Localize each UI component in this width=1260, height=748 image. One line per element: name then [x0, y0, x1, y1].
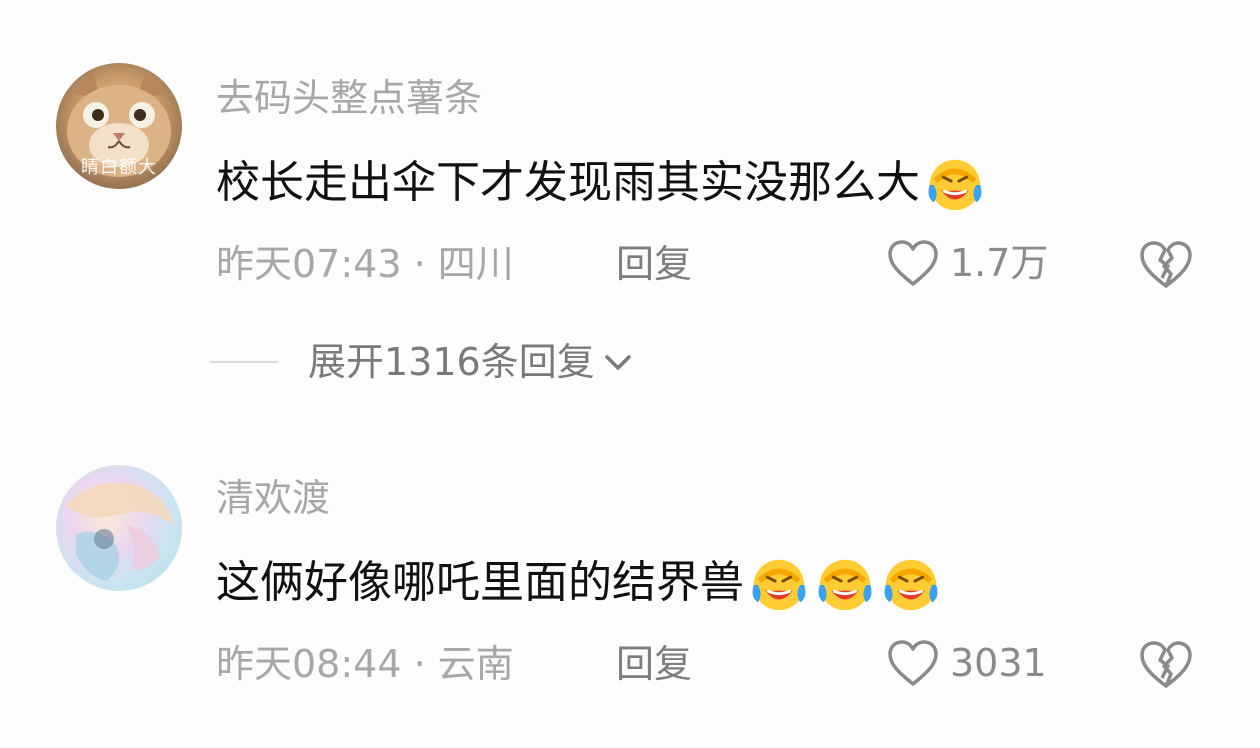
divider	[210, 361, 278, 363]
comment-username[interactable]: 去码头整点薯条	[216, 76, 482, 120]
like-button[interactable]: 1.7万	[886, 238, 1048, 288]
comment-text: 校长走出伞下才发现雨其实没那么大	[216, 152, 986, 214]
like-count: 3031	[950, 641, 1047, 685]
comment-meta: 昨天07:43 · 四川	[216, 242, 514, 286]
laugh-cry-emoji-icon	[928, 159, 982, 211]
comment-text-content: 这俩好像哪吒里面的结界兽	[216, 557, 744, 608]
avatar[interactable]	[56, 465, 182, 591]
comment-text: 这俩好像哪吒里面的结界兽	[216, 552, 942, 614]
chevron-down-icon	[604, 355, 631, 370]
like-count: 1.7万	[950, 241, 1049, 285]
heart-outline-icon	[888, 240, 938, 286]
avatar-caption: 睛白额大	[81, 157, 157, 178]
reply-button[interactable]: 回复	[616, 242, 692, 286]
laugh-cry-emoji-icon	[752, 559, 806, 611]
laugh-cry-emoji-icon	[884, 559, 938, 611]
comment-username[interactable]: 清欢渡	[216, 476, 330, 520]
anime-avatar-image	[66, 482, 174, 581]
broken-heart-icon[interactable]	[1138, 638, 1194, 690]
reply-button[interactable]: 回复	[616, 642, 692, 686]
avatar[interactable]: 睛白额大	[56, 63, 182, 189]
comment-text-content: 校长走出伞下才发现雨其实没那么大	[216, 157, 920, 208]
expand-replies-label: 展开1316条回复	[308, 340, 595, 384]
heart-outline-icon	[888, 640, 938, 686]
expand-replies-button[interactable]: 展开1316条回复	[210, 340, 635, 384]
like-button[interactable]: 3031	[886, 638, 1047, 688]
broken-heart-icon[interactable]	[1138, 238, 1194, 290]
comment-meta: 昨天08:44 · 云南	[216, 642, 514, 686]
laugh-cry-emoji-icon	[818, 559, 872, 611]
